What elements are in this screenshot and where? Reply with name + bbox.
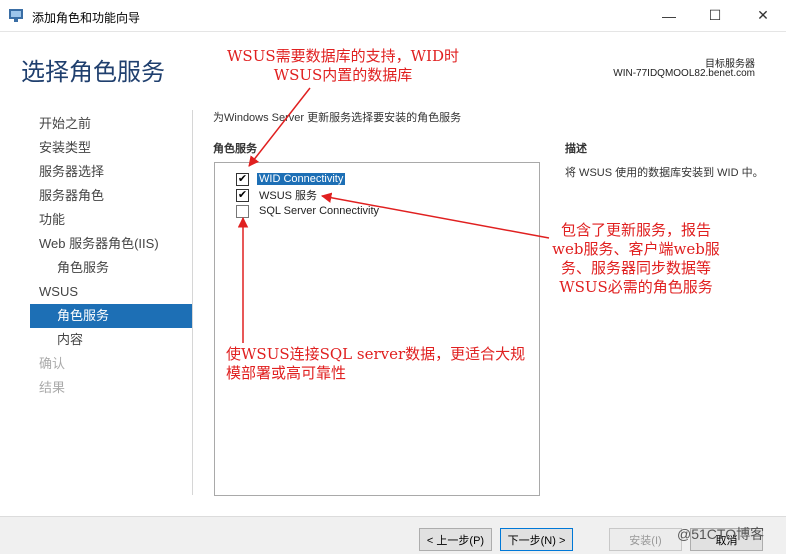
destination-server-value: WIN-77IDQMOOL82.benet.com [613,68,755,79]
nav-item-iis-role-services[interactable]: 角色服务 [30,256,192,280]
install-button: 安装(I) [609,528,682,551]
nav-item-server-selection[interactable]: 服务器选择 [30,160,192,184]
description-heading: 描述 [565,143,587,155]
checkbox-wsus[interactable]: ✔ [236,188,249,202]
annotation-sql: 使WSUS连接SQL server数据，更适合大规模部署或高可靠性 [226,345,526,382]
role-service-label: WSUS 服务 [259,190,318,202]
wizard-nav: 开始之前 安装类型 服务器选择 服务器角色 功能 Web 服务器角色(IIS) … [30,112,192,400]
window-title: 添加角色和功能向导 [32,11,141,25]
minimize-icon: — [662,7,676,24]
nav-item-results: 结果 [39,380,66,395]
nav-item-features[interactable]: 功能 [30,208,192,232]
close-icon: ✕ [757,7,769,23]
nav-item-content[interactable]: 内容 [30,328,192,352]
nav-item-wsus[interactable]: WSUS [30,280,192,304]
checkmark-icon: ✔ [237,172,248,185]
nav-item-before-you-begin[interactable]: 开始之前 [30,112,192,136]
close-button[interactable]: ✕ [740,0,786,31]
role-services-heading: 角色服务 [213,143,257,155]
previous-button[interactable]: < 上一步(P) [419,528,492,551]
page-title: 选择角色服务 [21,59,165,86]
maximize-icon: ☐ [708,7,722,23]
intro-text: 为Windows Server 更新服务选择要安装的角色服务 [213,112,462,124]
server-manager-icon [9,9,23,22]
nav-item-server-roles[interactable]: 服务器角色 [30,184,192,208]
minimize-button[interactable]: — [646,0,692,31]
role-services-list[interactable]: ✔ WID Connectivity ✔ WSUS 服务 SQL Server … [214,162,540,496]
role-service-wsus[interactable]: ✔ WSUS 服务 [236,187,319,203]
role-service-sql[interactable]: SQL Server Connectivity [236,203,381,219]
checkmark-icon: ✔ [237,188,248,201]
annotation-wid: WSUS需要数据库的支持，WID时WSUS内置的数据库 [227,47,459,84]
nav-divider [192,110,193,495]
maximize-button[interactable]: ☐ [692,0,738,31]
role-service-label: SQL Server Connectivity [259,205,380,217]
next-button[interactable]: 下一步(N) > [500,528,573,551]
role-service-wid[interactable]: ✔ WID Connectivity [236,171,346,187]
annotation-wsus-services: 包含了更新服务，报告web服务、客户端web服务、服务器同步数据等WSUS必需的… [552,221,720,296]
wizard-footer: < 上一步(P) 下一步(N) > 安装(I) 取消 [0,516,786,554]
nav-item-wsus-role-services[interactable]: 角色服务 [30,304,192,328]
arrow-to-wid [248,87,311,167]
watermark: @51CTO博客 [677,526,765,542]
nav-item-web-server-role[interactable]: Web 服务器角色(IIS) [30,232,192,256]
nav-item-installation-type[interactable]: 安装类型 [30,136,192,160]
checkbox-sql[interactable] [236,204,249,218]
checkbox-wid[interactable]: ✔ [236,172,249,186]
title-bar: 添加角色和功能向导 — ☐ ✕ [0,0,786,32]
nav-item-confirmation: 确认 [39,356,66,371]
role-service-label: WID Connectivity [257,173,346,185]
description-text: 将 WSUS 使用的数据库安装到 WID 中。 [565,167,764,179]
